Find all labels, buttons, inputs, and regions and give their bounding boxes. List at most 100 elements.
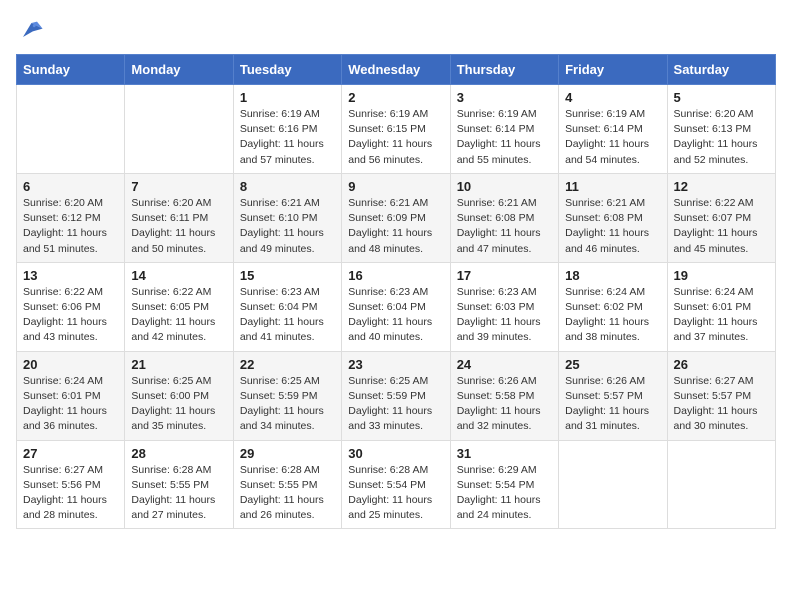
calendar-week-row: 1Sunrise: 6:19 AM Sunset: 6:16 PM Daylig… xyxy=(17,85,776,174)
calendar-cell: 12 Sunrise: 6:22 AM Sunset: 6:07 PM Dayli… xyxy=(667,173,775,262)
day-info: Sunrise: 6:20 AM Sunset: 6:11 PM Dayligh… xyxy=(131,196,226,257)
day-number: 10 xyxy=(457,179,552,194)
day-number: 5 xyxy=(674,90,769,105)
day-info: Sunrise: 6:22 AM Sunset: 6:05 PM Dayligh… xyxy=(131,285,226,346)
calendar-header-wednesday: Wednesday xyxy=(342,55,450,85)
calendar-cell: 28 Sunrise: 6:28 AM Sunset: 5:55 PM Dayli… xyxy=(125,440,233,529)
day-info: Sunrise: 6:22 AM Sunset: 6:06 PM Dayligh… xyxy=(23,285,118,346)
day-info: Sunrise: 6:20 AM Sunset: 6:12 PM Dayligh… xyxy=(23,196,118,257)
calendar-header-monday: Monday xyxy=(125,55,233,85)
day-info: Sunrise: 6:24 AM Sunset: 6:01 PM Dayligh… xyxy=(674,285,769,346)
calendar-cell: 23 Sunrise: 6:25 AM Sunset: 5:59 PM Dayli… xyxy=(342,351,450,440)
day-number: 29 xyxy=(240,446,335,461)
logo-icon xyxy=(16,16,44,44)
calendar-cell xyxy=(667,440,775,529)
day-number: 19 xyxy=(674,268,769,283)
logo xyxy=(16,16,48,44)
day-info: Sunrise: 6:23 AM Sunset: 6:03 PM Dayligh… xyxy=(457,285,552,346)
day-info: Sunrise: 6:27 AM Sunset: 5:56 PM Dayligh… xyxy=(23,463,118,524)
day-number: 25 xyxy=(565,357,660,372)
calendar-cell: 7Sunrise: 6:20 AM Sunset: 6:11 PM Daylig… xyxy=(125,173,233,262)
calendar-table: SundayMondayTuesdayWednesdayThursdayFrid… xyxy=(16,54,776,529)
calendar-cell: 18Sunrise: 6:24 AM Sunset: 6:02 PM Dayli… xyxy=(559,262,667,351)
day-number: 30 xyxy=(348,446,443,461)
calendar-cell: 3Sunrise: 6:19 AM Sunset: 6:14 PM Daylig… xyxy=(450,85,558,174)
day-number: 22 xyxy=(240,357,335,372)
calendar-cell: 25 Sunrise: 6:26 AM Sunset: 5:57 PM Dayli… xyxy=(559,351,667,440)
calendar-cell: 24Sunrise: 6:26 AM Sunset: 5:58 PM Dayli… xyxy=(450,351,558,440)
day-info: Sunrise: 6:28 AM Sunset: 5:55 PM Dayligh… xyxy=(240,463,335,524)
day-info: Sunrise: 6:27 AM Sunset: 5:57 PM Dayligh… xyxy=(674,374,769,435)
day-info: Sunrise: 6:25 AM Sunset: 6:00 PM Dayligh… xyxy=(131,374,226,435)
day-number: 16 xyxy=(348,268,443,283)
day-info: Sunrise: 6:28 AM Sunset: 5:55 PM Dayligh… xyxy=(131,463,226,524)
day-number: 11 xyxy=(565,179,660,194)
calendar-cell xyxy=(125,85,233,174)
calendar-week-row: 13 Sunrise: 6:22 AM Sunset: 6:06 PM Dayli… xyxy=(17,262,776,351)
calendar-cell: 9 Sunrise: 6:21 AM Sunset: 6:09 PM Daylig… xyxy=(342,173,450,262)
day-info: Sunrise: 6:20 AM Sunset: 6:13 PM Dayligh… xyxy=(674,107,769,168)
day-number: 17 xyxy=(457,268,552,283)
day-number: 8 xyxy=(240,179,335,194)
day-number: 18 xyxy=(565,268,660,283)
day-info: Sunrise: 6:25 AM Sunset: 5:59 PM Dayligh… xyxy=(240,374,335,435)
day-info: Sunrise: 6:22 AM Sunset: 6:07 PM Dayligh… xyxy=(674,196,769,257)
day-number: 27 xyxy=(23,446,118,461)
calendar-week-row: 27 Sunrise: 6:27 AM Sunset: 5:56 PM Dayli… xyxy=(17,440,776,529)
day-info: Sunrise: 6:21 AM Sunset: 6:09 PM Dayligh… xyxy=(348,196,443,257)
calendar-header-friday: Friday xyxy=(559,55,667,85)
day-number: 2 xyxy=(348,90,443,105)
calendar-cell: 6 Sunrise: 6:20 AM Sunset: 6:12 PM Daylig… xyxy=(17,173,125,262)
calendar-cell: 4 Sunrise: 6:19 AM Sunset: 6:14 PM Daylig… xyxy=(559,85,667,174)
calendar-header-row: SundayMondayTuesdayWednesdayThursdayFrid… xyxy=(17,55,776,85)
day-number: 12 xyxy=(674,179,769,194)
calendar-header-saturday: Saturday xyxy=(667,55,775,85)
day-number: 20 xyxy=(23,357,118,372)
calendar-cell: 19 Sunrise: 6:24 AM Sunset: 6:01 PM Dayli… xyxy=(667,262,775,351)
day-number: 13 xyxy=(23,268,118,283)
day-info: Sunrise: 6:19 AM Sunset: 6:15 PM Dayligh… xyxy=(348,107,443,168)
day-number: 28 xyxy=(131,446,226,461)
day-number: 31 xyxy=(457,446,552,461)
day-info: Sunrise: 6:21 AM Sunset: 6:08 PM Dayligh… xyxy=(457,196,552,257)
calendar-week-row: 6 Sunrise: 6:20 AM Sunset: 6:12 PM Daylig… xyxy=(17,173,776,262)
calendar-header-thursday: Thursday xyxy=(450,55,558,85)
day-info: Sunrise: 6:26 AM Sunset: 5:58 PM Dayligh… xyxy=(457,374,552,435)
day-info: Sunrise: 6:29 AM Sunset: 5:54 PM Dayligh… xyxy=(457,463,552,524)
calendar-cell: 17 Sunrise: 6:23 AM Sunset: 6:03 PM Dayli… xyxy=(450,262,558,351)
calendar-cell: 30Sunrise: 6:28 AM Sunset: 5:54 PM Dayli… xyxy=(342,440,450,529)
day-info: Sunrise: 6:21 AM Sunset: 6:08 PM Dayligh… xyxy=(565,196,660,257)
day-number: 23 xyxy=(348,357,443,372)
calendar-cell xyxy=(559,440,667,529)
day-number: 26 xyxy=(674,357,769,372)
calendar-cell: 11 Sunrise: 6:21 AM Sunset: 6:08 PM Dayli… xyxy=(559,173,667,262)
calendar-cell: 2 Sunrise: 6:19 AM Sunset: 6:15 PM Daylig… xyxy=(342,85,450,174)
calendar-cell: 14 Sunrise: 6:22 AM Sunset: 6:05 PM Dayli… xyxy=(125,262,233,351)
day-info: Sunrise: 6:23 AM Sunset: 6:04 PM Dayligh… xyxy=(348,285,443,346)
calendar-cell: 20Sunrise: 6:24 AM Sunset: 6:01 PM Dayli… xyxy=(17,351,125,440)
day-info: Sunrise: 6:21 AM Sunset: 6:10 PM Dayligh… xyxy=(240,196,335,257)
day-info: Sunrise: 6:25 AM Sunset: 5:59 PM Dayligh… xyxy=(348,374,443,435)
day-number: 4 xyxy=(565,90,660,105)
calendar-cell: 21 Sunrise: 6:25 AM Sunset: 6:00 PM Dayli… xyxy=(125,351,233,440)
calendar-cell: 5 Sunrise: 6:20 AM Sunset: 6:13 PM Daylig… xyxy=(667,85,775,174)
page-header xyxy=(16,16,776,44)
calendar-cell: 8 Sunrise: 6:21 AM Sunset: 6:10 PM Daylig… xyxy=(233,173,341,262)
calendar-cell: 10 Sunrise: 6:21 AM Sunset: 6:08 PM Dayli… xyxy=(450,173,558,262)
calendar-cell: 26 Sunrise: 6:27 AM Sunset: 5:57 PM Dayli… xyxy=(667,351,775,440)
day-info: Sunrise: 6:19 AM Sunset: 6:14 PM Dayligh… xyxy=(457,107,552,168)
calendar-cell: 16 Sunrise: 6:23 AM Sunset: 6:04 PM Dayli… xyxy=(342,262,450,351)
day-number: 9 xyxy=(348,179,443,194)
day-info: Sunrise: 6:19 AM Sunset: 6:14 PM Dayligh… xyxy=(565,107,660,168)
day-number: 6 xyxy=(23,179,118,194)
day-info: Sunrise: 6:23 AM Sunset: 6:04 PM Dayligh… xyxy=(240,285,335,346)
calendar-cell: 1Sunrise: 6:19 AM Sunset: 6:16 PM Daylig… xyxy=(233,85,341,174)
calendar-cell: 13 Sunrise: 6:22 AM Sunset: 6:06 PM Dayli… xyxy=(17,262,125,351)
day-number: 14 xyxy=(131,268,226,283)
calendar-week-row: 20Sunrise: 6:24 AM Sunset: 6:01 PM Dayli… xyxy=(17,351,776,440)
day-info: Sunrise: 6:26 AM Sunset: 5:57 PM Dayligh… xyxy=(565,374,660,435)
calendar-cell: 29 Sunrise: 6:28 AM Sunset: 5:55 PM Dayli… xyxy=(233,440,341,529)
day-number: 21 xyxy=(131,357,226,372)
day-number: 15 xyxy=(240,268,335,283)
day-info: Sunrise: 6:19 AM Sunset: 6:16 PM Dayligh… xyxy=(240,107,335,168)
